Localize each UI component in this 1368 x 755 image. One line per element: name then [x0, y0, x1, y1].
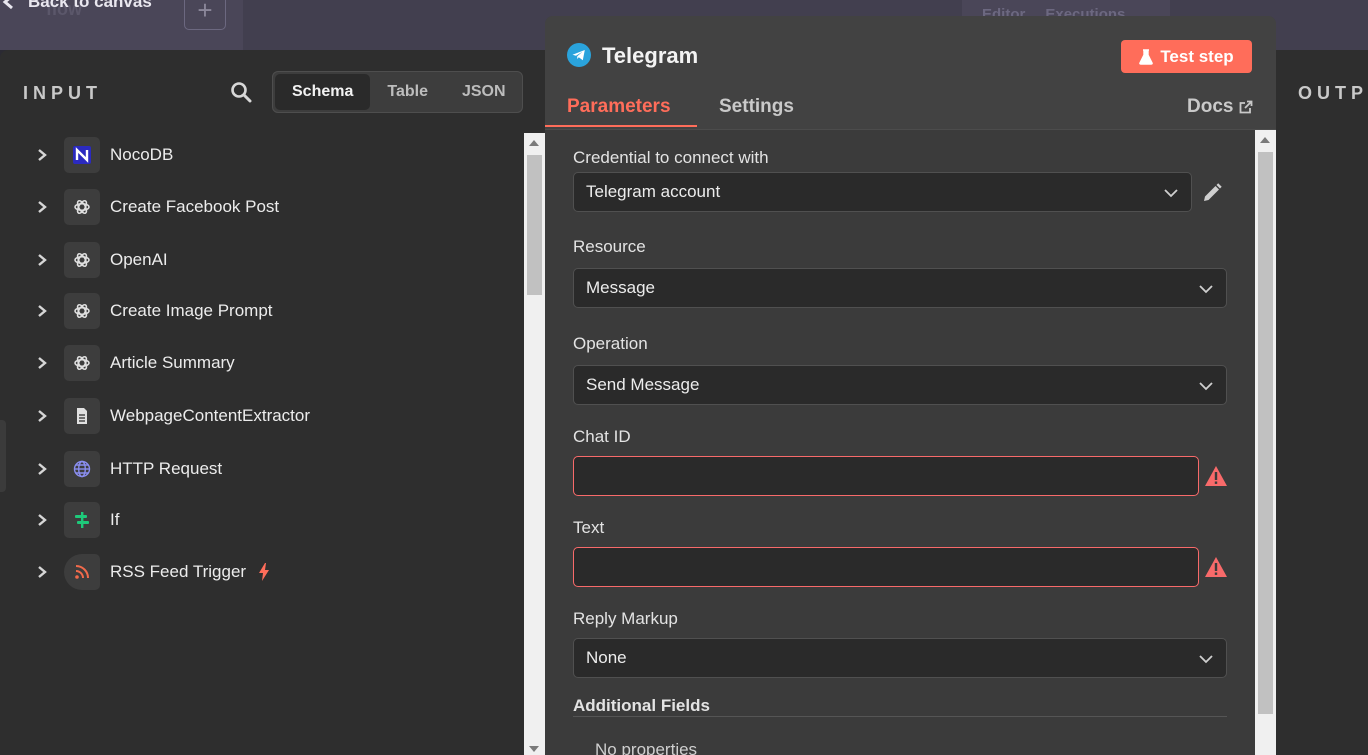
scrollbar-thumb[interactable] [527, 155, 542, 295]
node-details-header: Telegram Test step Parameters Settings D… [545, 16, 1276, 129]
flask-icon [1139, 48, 1154, 65]
operation-select[interactable]: Send Message [573, 365, 1227, 405]
chevron-right-icon[interactable] [30, 195, 54, 219]
tab-settings[interactable]: Settings [719, 96, 794, 118]
chevron-right-icon[interactable] [30, 299, 54, 323]
chevron-right-icon[interactable] [30, 404, 54, 428]
node-label: If [110, 510, 120, 529]
node-label: NocoDB [110, 145, 174, 164]
scroll-up-arrow-icon[interactable] [1260, 137, 1270, 143]
warning-icon [1205, 557, 1227, 577]
chevron-right-icon[interactable] [30, 508, 54, 532]
external-link-icon [1240, 100, 1253, 114]
input-panel: INPUT Schema Table JSON NocoDB Create Fa… [0, 50, 545, 755]
openai-icon [64, 293, 100, 329]
chevron-right-icon[interactable] [30, 143, 54, 167]
node-details-panel: Telegram Test step Parameters Settings D… [545, 16, 1276, 755]
nocodb-icon [64, 137, 100, 173]
test-step-label: Test step [1160, 46, 1234, 66]
top-bar-left: flow Back to canvas + [0, 0, 243, 50]
node-label: Create Facebook Post [110, 197, 280, 216]
node-label: RSS Feed Trigger [110, 562, 247, 581]
additional-fields-label: Additional Fields [573, 696, 710, 715]
output-panel-title: OUTPUT [1298, 83, 1368, 103]
node-label: Create Image Prompt [110, 301, 273, 320]
openai-icon [64, 345, 100, 381]
chevron-right-icon[interactable] [30, 457, 54, 481]
reply-markup-label: Reply Markup [573, 609, 678, 628]
list-item[interactable]: NocoDB [30, 137, 173, 173]
docs-link[interactable]: Docs [1187, 96, 1253, 118]
view-schema-button[interactable]: Schema [275, 74, 371, 110]
chat-id-label: Chat ID [573, 427, 631, 446]
openai-icon [64, 242, 100, 278]
back-to-canvas-link[interactable]: Back to canvas [0, 0, 152, 12]
reply-markup-select[interactable]: None [573, 638, 1227, 678]
resource-label: Resource [573, 237, 646, 256]
document-icon [64, 398, 100, 434]
back-arrow-icon [2, 0, 13, 10]
view-json-button[interactable]: JSON [445, 74, 523, 110]
input-scrollbar[interactable] [524, 133, 545, 755]
operation-label: Operation [573, 334, 648, 353]
chevron-down-icon [1199, 285, 1213, 294]
view-mode-switch: Schema Table JSON [272, 71, 523, 113]
chevron-down-icon [1199, 382, 1213, 391]
trigger-bolt-icon [259, 563, 270, 581]
resource-select[interactable]: Message [573, 268, 1227, 308]
chevron-right-icon[interactable] [30, 248, 54, 272]
rss-icon [64, 554, 100, 590]
divider [573, 716, 1227, 717]
chevron-down-icon [1199, 655, 1213, 664]
no-properties-text: No properties [595, 740, 698, 755]
scrollbar-thumb[interactable] [1258, 152, 1273, 714]
telegram-icon [567, 43, 591, 67]
list-item[interactable]: If [30, 502, 119, 538]
node-label: OpenAI [110, 250, 168, 269]
parameters-form: Credential to connect with Telegram acco… [545, 129, 1276, 755]
scroll-down-arrow-icon[interactable] [529, 746, 539, 752]
text-input[interactable] [573, 547, 1199, 587]
credential-label: Credential to connect with [573, 148, 769, 167]
parameters-scrollbar[interactable] [1255, 130, 1276, 755]
openai-icon [64, 189, 100, 225]
active-tab-indicator [545, 125, 697, 127]
globe-icon [64, 451, 100, 487]
list-item[interactable]: WebpageContentExtractor [30, 398, 310, 434]
add-node-button[interactable]: + [184, 0, 226, 30]
chevron-right-icon[interactable] [30, 351, 54, 375]
tab-parameters[interactable]: Parameters [567, 96, 671, 118]
resource-value: Message [586, 278, 655, 297]
list-item[interactable]: Article Summary [30, 345, 235, 381]
if-icon [64, 502, 100, 538]
docs-label: Docs [1187, 96, 1234, 117]
credential-value: Telegram account [586, 182, 721, 201]
reply-markup-value: None [586, 648, 627, 667]
node-label: HTTP Request [110, 459, 223, 478]
text-label: Text [573, 518, 605, 537]
node-label: WebpageContentExtractor [110, 406, 311, 425]
chat-id-input[interactable] [573, 456, 1199, 496]
node-title: Telegram [602, 43, 699, 68]
list-item[interactable]: OpenAI [30, 242, 168, 278]
list-item[interactable]: Create Facebook Post [30, 189, 279, 225]
list-item[interactable]: HTTP Request [30, 451, 222, 487]
test-step-button[interactable]: Test step [1121, 40, 1252, 73]
credential-select[interactable]: Telegram account [573, 172, 1192, 212]
warning-icon [1205, 466, 1227, 486]
back-to-canvas-label: Back to canvas [28, 0, 152, 11]
chevron-down-icon [1164, 189, 1178, 198]
list-item[interactable]: Create Image Prompt [30, 293, 273, 329]
input-panel-title: INPUT [23, 83, 102, 103]
list-item[interactable]: RSS Feed Trigger [30, 554, 270, 590]
edit-credential-icon[interactable] [1201, 182, 1223, 204]
view-table-button[interactable]: Table [370, 74, 445, 110]
scroll-up-arrow-icon[interactable] [529, 140, 539, 146]
operation-value: Send Message [586, 375, 700, 394]
chevron-right-icon[interactable] [30, 560, 54, 584]
search-icon[interactable] [230, 81, 252, 103]
node-label: Article Summary [110, 353, 235, 372]
panel-drag-handle[interactable] [0, 420, 6, 492]
